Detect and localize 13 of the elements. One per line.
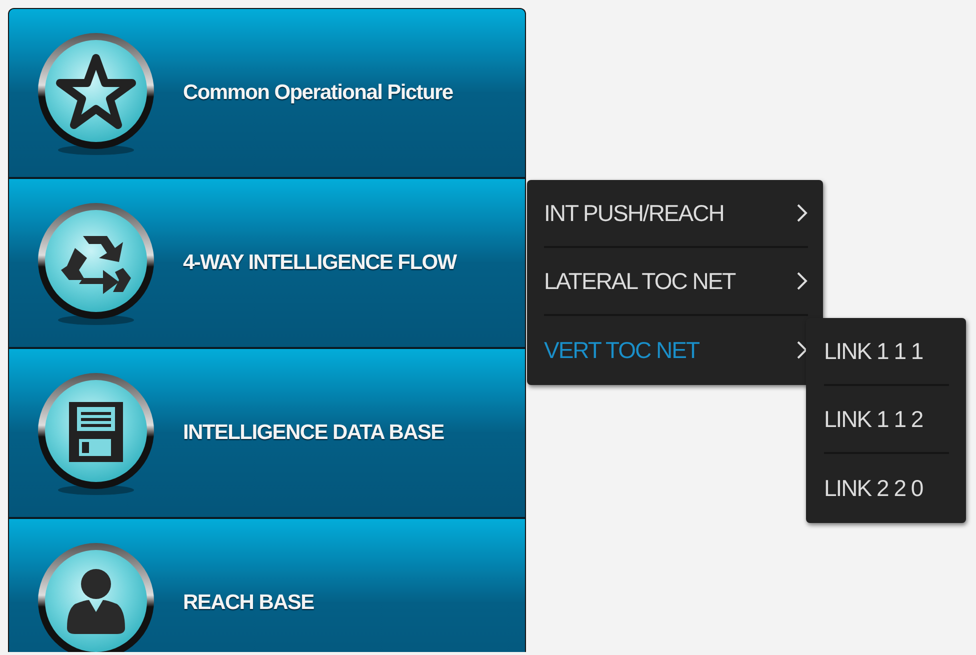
chevron-icon — [796, 340, 808, 360]
menu-item[interactable]: INT PUSH/REACH — [544, 180, 808, 248]
menu-item[interactable]: LATERAL TOC NET — [544, 248, 808, 316]
menu-button[interactable]: Common Operational Picture — [9, 9, 525, 179]
menu-button[interactable]: REACH BASE — [9, 519, 525, 652]
menu-button[interactable]: INTELLIGENCE DATA BASE — [9, 349, 525, 519]
menu-item[interactable]: LINK 1 1 2 — [824, 386, 949, 454]
menu-item[interactable]: LINK 1 1 1 — [824, 318, 949, 386]
menu-item[interactable]: VERT TOC NET — [544, 316, 808, 384]
menu-button[interactable]: 4-WAY INTELLIGENCE FLOW — [9, 179, 525, 349]
chevron-icon — [796, 271, 808, 291]
menu-item[interactable]: LINK 2 2 0 — [824, 454, 949, 522]
chevron-icon — [796, 203, 808, 223]
